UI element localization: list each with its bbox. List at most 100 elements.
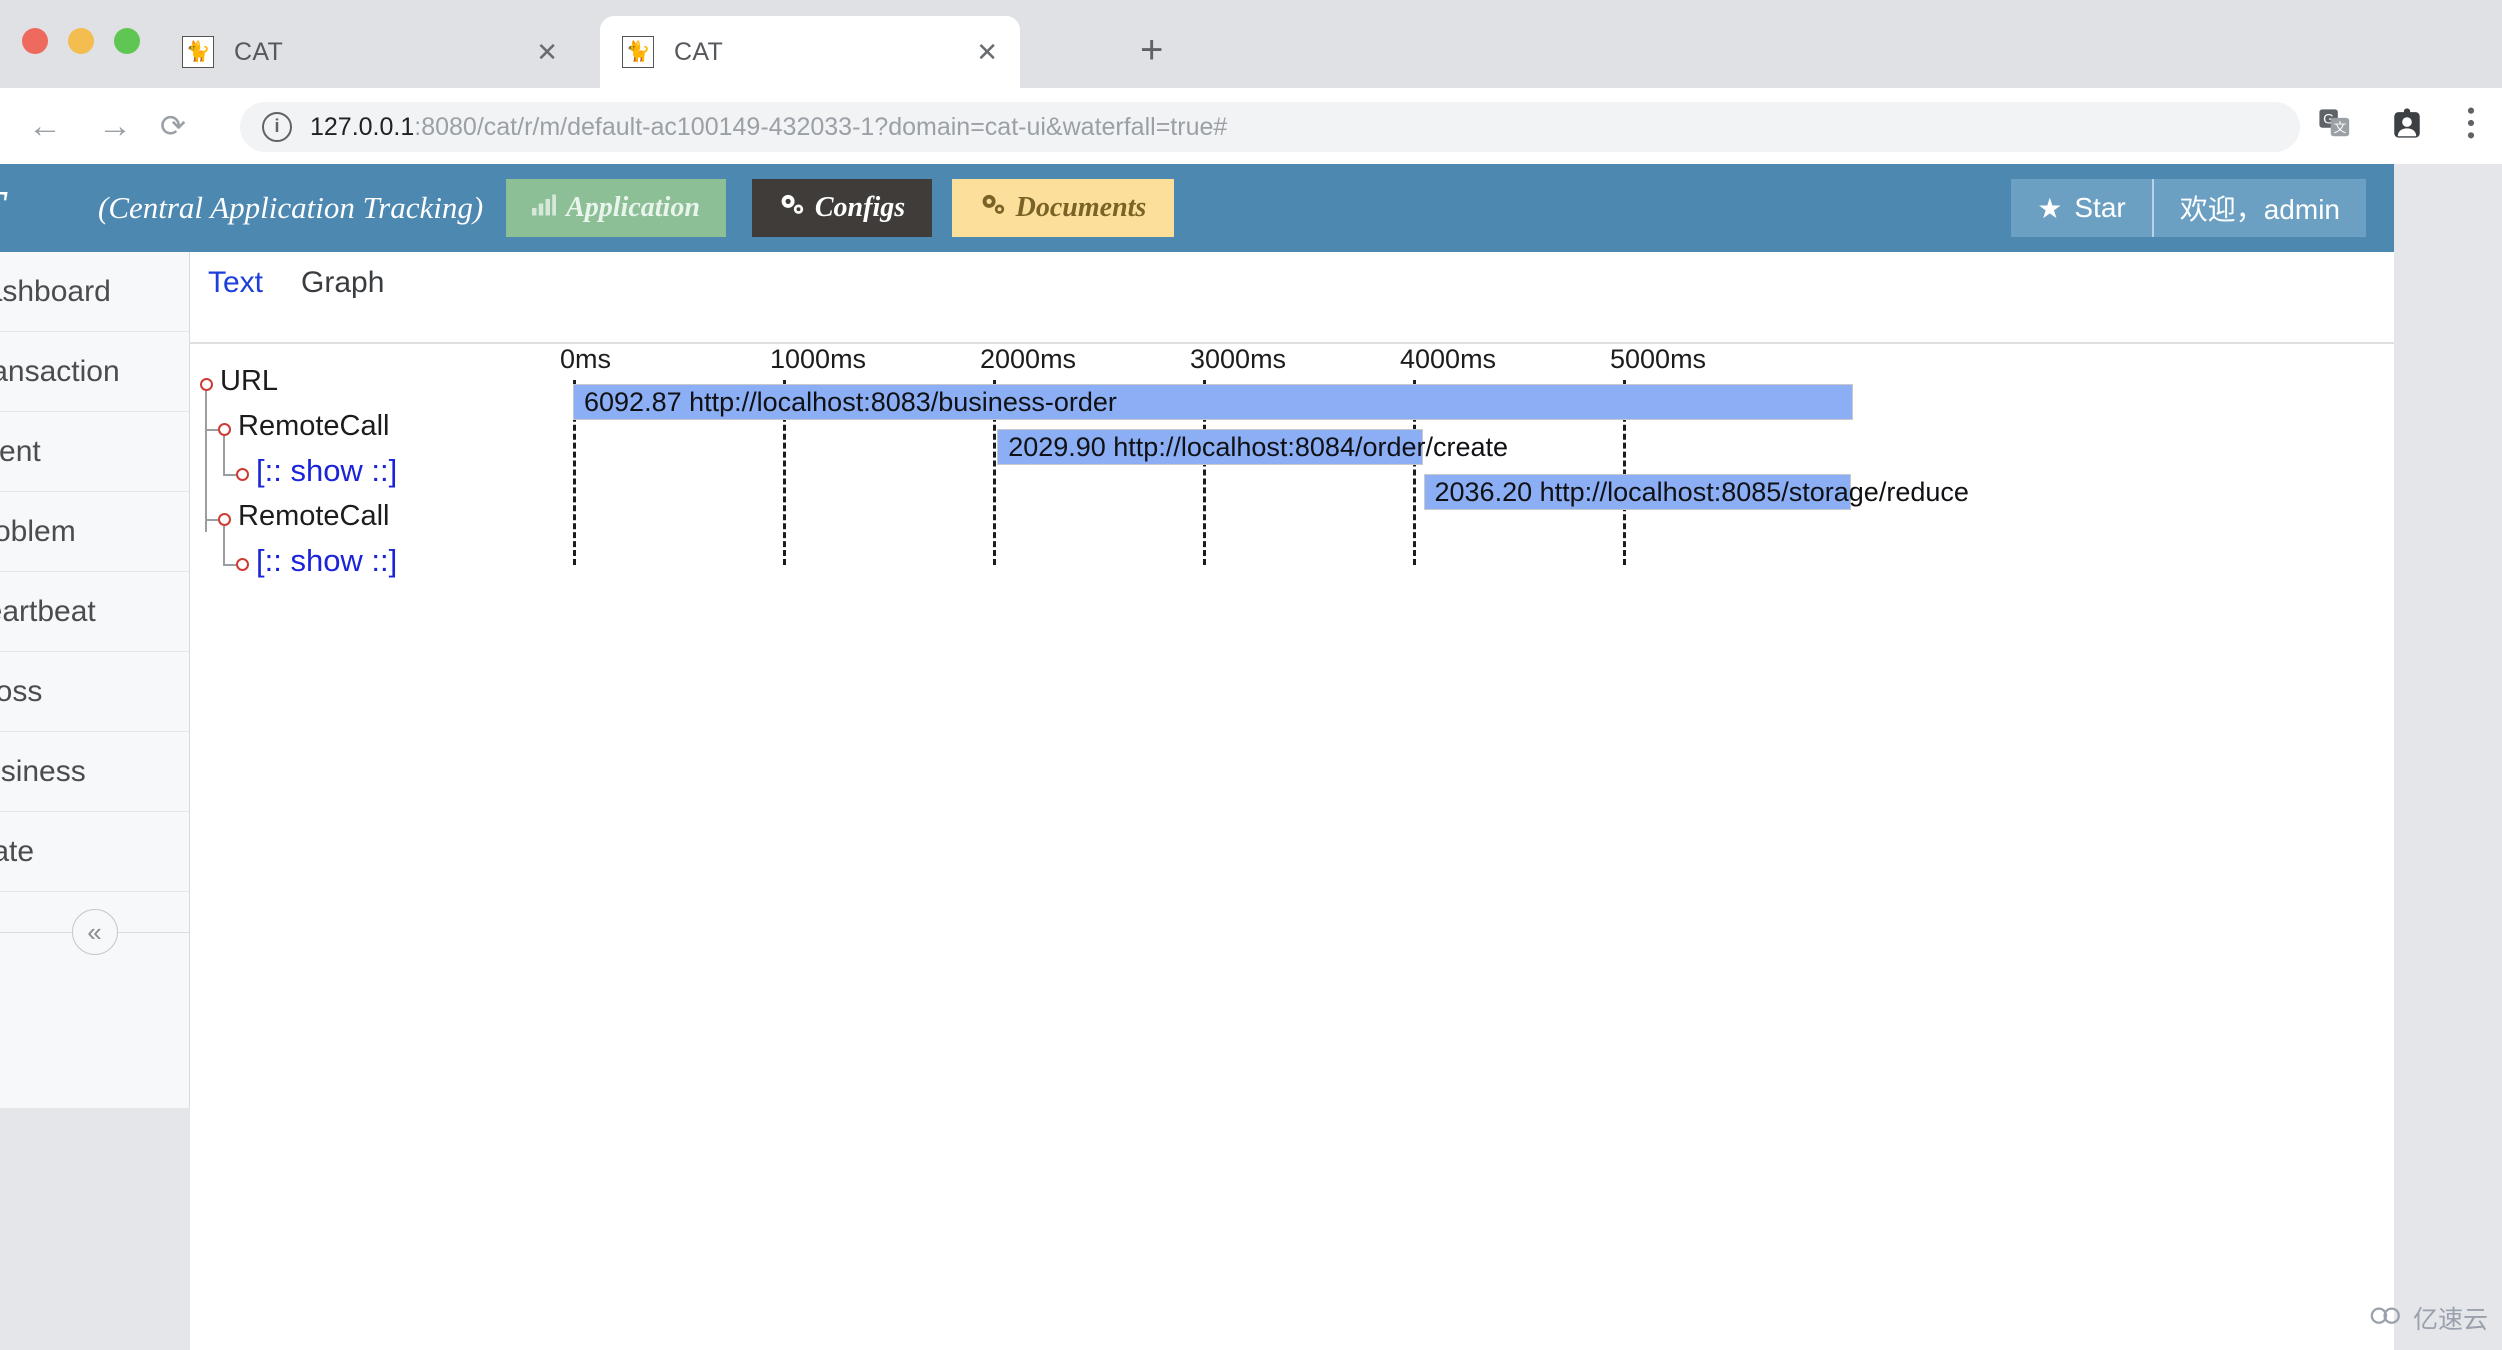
- tree-node-icon[interactable]: [200, 378, 213, 391]
- tree-connector: [205, 429, 218, 431]
- star-icon: ★: [2037, 192, 2063, 224]
- app-subtitle: (Central Application Tracking): [98, 190, 484, 225]
- minimize-window-button[interactable]: [68, 28, 94, 54]
- tab-text[interactable]: Text: [208, 266, 263, 300]
- axis-tick-label: 1000ms: [770, 344, 867, 374]
- waterfall-bar[interactable]: 2029.90 http://localhost:8084/order/crea…: [997, 429, 1508, 465]
- app-logo: T: [0, 180, 6, 233]
- nav-label-configs: Configs: [814, 192, 906, 223]
- tree-node-label: RemoteCall: [238, 410, 390, 442]
- back-icon[interactable]: ←: [28, 109, 62, 143]
- bar-chart-icon: [532, 192, 557, 224]
- user-greeting[interactable]: 欢迎，admin: [2154, 179, 2366, 237]
- call-tree: URL RemoteCall [:: show ::] RemoteCall [:: s…: [200, 362, 560, 587]
- sidebar-item-cross[interactable]: Cross: [0, 652, 189, 732]
- sidebar-item-label: Heartbeat: [0, 594, 96, 628]
- gears-icon: [779, 192, 805, 224]
- cat-favicon: 🐈: [622, 36, 654, 68]
- forward-icon[interactable]: →: [98, 109, 132, 143]
- url-path: :8080/cat/r/m/default-ac100149-432033-1?…: [414, 112, 1228, 141]
- browser-window: 🐈 CAT ✕ 🐈 CAT ✕ + ← → ⟳ i 127.0.0.1:8080…: [0, 0, 2502, 1350]
- nav-button-documents[interactable]: Documents: [952, 179, 1174, 237]
- nav-label-documents: Documents: [1015, 192, 1147, 223]
- browser-toolbar: ← → ⟳ i 127.0.0.1:8080/cat/r/m/default-a…: [0, 88, 2502, 164]
- tree-show-link[interactable]: [:: show ::]: [256, 543, 397, 579]
- waterfall-bar[interactable]: 2036.20 http://localhost:8085/storage/re…: [1423, 474, 1969, 510]
- tab-title: CAT: [234, 37, 284, 66]
- close-window-button[interactable]: [22, 28, 48, 54]
- tab-title: CAT: [674, 37, 724, 66]
- sidebar-collapse-row: «: [0, 892, 189, 972]
- right-gutter: [2394, 164, 2502, 1350]
- waterfall-bar-label: 6092.87 http://localhost:8083/business-o…: [584, 386, 1117, 417]
- sidebar-item-transaction[interactable]: Transaction: [0, 332, 189, 412]
- waterfall-bar[interactable]: 6092.87 http://localhost:8083/business-o…: [573, 384, 1853, 420]
- gears-icon: [980, 192, 1006, 224]
- browser-menu-icon[interactable]: [2466, 106, 2476, 146]
- cat-favicon: 🐈: [182, 36, 214, 68]
- maximize-window-button[interactable]: [114, 28, 140, 54]
- waterfall-bar-label: 2036.20 http://localhost:8085/storage/re…: [1434, 476, 1969, 507]
- sidebar-item-label: Problem: [0, 514, 76, 548]
- sidebar-item-label: Business: [0, 754, 86, 788]
- nav-label-application: Application: [566, 192, 700, 223]
- tree-node-icon[interactable]: [236, 558, 249, 571]
- sidebar-item-label: Dashboard: [0, 274, 111, 308]
- waterfall-bar-label: 2029.90 http://localhost:8084/order/crea…: [1008, 431, 1509, 462]
- sidebar-item-label: Transaction: [0, 354, 120, 388]
- sidebar-item-dashboard[interactable]: Dashboard: [0, 252, 189, 332]
- tree-connector: [223, 564, 236, 566]
- nav-button-application[interactable]: Application: [506, 179, 726, 237]
- address-bar[interactable]: i 127.0.0.1:8080/cat/r/m/default-ac10014…: [240, 102, 2300, 152]
- new-tab-button[interactable]: +: [1140, 30, 1163, 70]
- tree-row: RemoteCall: [200, 407, 560, 452]
- tree-show-link[interactable]: [:: show ::]: [256, 453, 397, 489]
- tree-node-label: RemoteCall: [238, 500, 390, 532]
- tree-row: [:: show ::]: [200, 452, 560, 497]
- cloud-icon: [2369, 1304, 2403, 1333]
- tree-row: RemoteCall: [200, 497, 560, 542]
- axis-tick-label: 2000ms: [980, 344, 1077, 374]
- url-host: 127.0.0.1: [310, 112, 415, 141]
- site-info-icon[interactable]: i: [262, 112, 292, 142]
- close-icon[interactable]: ✕: [536, 39, 558, 65]
- nav-button-configs[interactable]: Configs: [752, 179, 932, 237]
- close-icon[interactable]: ✕: [976, 39, 998, 65]
- waterfall-chart: 0ms 1000ms 2000ms 3000ms 4000ms 5000ms URL Rem…: [190, 342, 2394, 1350]
- tree-connector: [205, 519, 218, 521]
- sidebar-item-label: State: [0, 834, 35, 868]
- sidebar-item-state[interactable]: State: [0, 812, 189, 892]
- sidebar-item-business[interactable]: Business: [0, 732, 189, 812]
- axis-tick-label: 3000ms: [1190, 344, 1287, 374]
- profile-icon[interactable]: [2390, 107, 2424, 146]
- sidebar-item-heartbeat[interactable]: Heartbeat: [0, 572, 189, 652]
- sidebar-collapse-button[interactable]: «: [71, 909, 118, 955]
- watermark-label: 亿速云: [2412, 1306, 2488, 1334]
- axis-tick-label: 0ms: [560, 344, 612, 374]
- browser-tab-1[interactable]: 🐈 CAT ✕: [160, 16, 580, 88]
- reload-icon[interactable]: ⟳: [160, 111, 186, 142]
- sidebar-item-problem[interactable]: Problem: [0, 492, 189, 572]
- translate-icon[interactable]: G文: [2318, 107, 2352, 146]
- tree-node-icon[interactable]: [236, 468, 249, 481]
- tab-graph[interactable]: Graph: [301, 266, 384, 300]
- url-text: 127.0.0.1:8080/cat/r/m/default-ac100149-…: [310, 113, 1227, 142]
- tree-row: [:: show ::]: [200, 542, 560, 587]
- star-label: Star: [2074, 192, 2126, 223]
- tree-node-icon[interactable]: [218, 423, 231, 436]
- tree-connector: [223, 474, 236, 476]
- browser-tab-2[interactable]: 🐈 CAT ✕: [600, 16, 1020, 88]
- app-header: T (Central Application Tracking) Applica…: [0, 164, 2394, 252]
- view-tabs: Text Graph: [208, 266, 384, 300]
- tree-connector: [223, 526, 225, 565]
- watermark: 亿速云: [2369, 1300, 2488, 1336]
- sidebar-item-label: Cross: [0, 674, 43, 708]
- sidebar-item-event[interactable]: Event: [0, 412, 189, 492]
- tree-node-icon[interactable]: [218, 513, 231, 526]
- header-right-group: ★ Star 欢迎，admin: [2011, 179, 2366, 237]
- tree-row: URL: [200, 362, 560, 407]
- browser-tab-strip: 🐈 CAT ✕ 🐈 CAT ✕ +: [0, 0, 2502, 88]
- star-button[interactable]: ★ Star: [2011, 179, 2154, 237]
- axis-tick-label: 5000ms: [1610, 344, 1707, 374]
- tree-connector: [223, 436, 225, 475]
